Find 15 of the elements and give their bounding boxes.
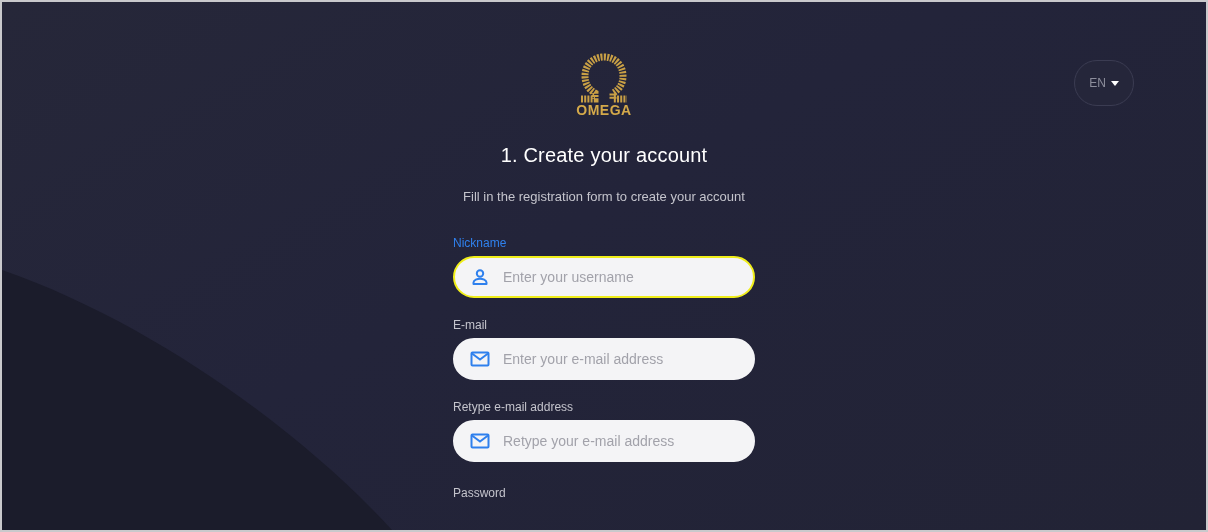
input-field[interactable]: Enter your e-mail address	[453, 338, 755, 380]
field-label: Retype e-mail address	[453, 400, 574, 414]
language-button[interactable]: EN	[1074, 60, 1134, 106]
logo-text: OMEGA	[576, 102, 632, 118]
mail-icon	[470, 431, 490, 451]
input-field[interactable]: Enter your username	[453, 256, 755, 298]
user-icon	[470, 267, 490, 287]
field-label: E-mail	[453, 318, 487, 332]
subtitle: Fill in the registration form to create your account	[463, 189, 745, 204]
field-label: Password	[453, 486, 506, 500]
mail-icon	[470, 349, 490, 369]
field-label: Nickname	[453, 236, 507, 250]
input-field[interactable]: Retype your e-mail address	[453, 420, 755, 462]
page-title: 1. Create your account	[500, 144, 708, 167]
caret-icon	[1110, 80, 1119, 86]
